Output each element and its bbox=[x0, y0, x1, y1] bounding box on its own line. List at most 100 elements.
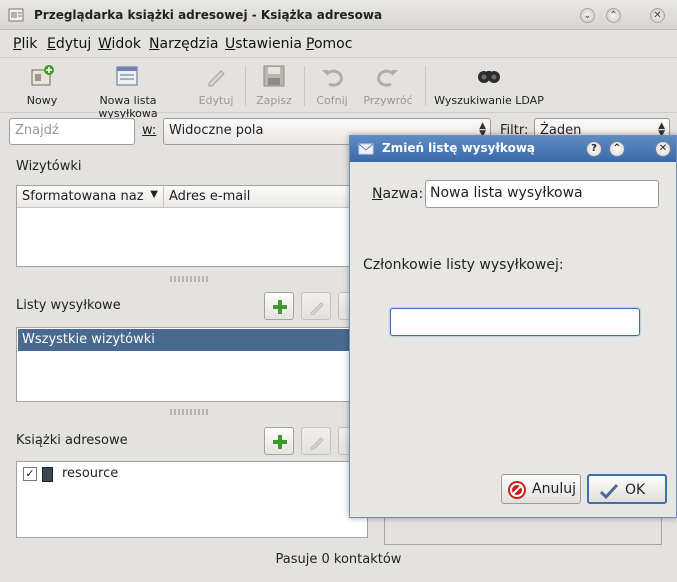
chevron-down-icon: ▼ bbox=[150, 189, 158, 200]
menu-help-rest: omoc bbox=[313, 36, 353, 52]
toolbar-separator bbox=[304, 66, 305, 106]
binoculars-icon bbox=[478, 71, 500, 83]
menu-help-mnemonic: P bbox=[306, 36, 314, 52]
menu-settings[interactable]: Ustawienia bbox=[225, 36, 302, 52]
save-label: Zapisz bbox=[256, 94, 292, 107]
search-input[interactable]: Znajdź bbox=[9, 118, 135, 145]
save-button[interactable]: Zapisz bbox=[253, 62, 295, 110]
search-field-value: Widoczne pola bbox=[169, 123, 264, 138]
new-contact-icon bbox=[31, 65, 54, 86]
mailing-list-icon bbox=[358, 143, 374, 155]
address-books-list[interactable]: ✓ resource bbox=[16, 461, 368, 538]
redo-button[interactable]: Przywróć bbox=[362, 62, 414, 110]
members-label: Członkowie listy wysyłkowej: bbox=[363, 257, 564, 273]
edit-button[interactable]: Edytuj bbox=[196, 62, 236, 110]
status-bar: Pasuje 0 kontaktów bbox=[0, 548, 677, 574]
maximize-button[interactable]: ⌃ bbox=[606, 8, 621, 23]
undo-icon bbox=[322, 69, 343, 87]
ldap-search-label: Wyszukiwanie LDAP bbox=[434, 94, 544, 107]
column-header-name-label: Sformatowana naz bbox=[22, 189, 144, 204]
menu-view[interactable]: Widok bbox=[98, 36, 141, 52]
menu-edit[interactable]: Edytuj bbox=[47, 36, 91, 52]
address-book-checkbox[interactable]: ✓ bbox=[23, 467, 37, 481]
members-field[interactable] bbox=[390, 308, 640, 336]
cancel-label: Anuluj bbox=[532, 481, 576, 497]
ok-button[interactable]: OK bbox=[587, 474, 667, 504]
list-item[interactable]: Wszystkie wizytówki bbox=[18, 329, 350, 351]
address-book-icon bbox=[8, 8, 24, 22]
mailing-lists-section-label: Listy wysyłkowe bbox=[16, 298, 121, 313]
new-contact-label: Nowy bbox=[26, 94, 58, 107]
minimize-icon: ⌄ bbox=[583, 10, 592, 21]
edit-icon bbox=[310, 437, 324, 450]
new-mailing-list-icon bbox=[116, 66, 138, 86]
status-text: Pasuje 0 kontaktów bbox=[275, 552, 402, 567]
close-button[interactable]: ✕ bbox=[650, 8, 665, 23]
toolbar-separator bbox=[425, 66, 426, 106]
name-label-mnemonic: N bbox=[372, 186, 383, 202]
list-item-label: Wszystkie wizytówki bbox=[22, 332, 155, 347]
help-icon: ? bbox=[591, 143, 597, 154]
new-mailing-list-button[interactable]: Nowa lista wysyłkowa bbox=[72, 62, 184, 120]
menu-tools-rest: arzędzia bbox=[159, 36, 219, 52]
name-label: Nazwa: bbox=[372, 186, 423, 202]
dialog-close-button[interactable]: ✕ bbox=[655, 141, 671, 157]
new-mailing-list-label: Nowa lista wysyłkowa bbox=[98, 94, 158, 120]
contacts-list[interactable]: Sformatowana naz ▼ Adres e-mail bbox=[16, 185, 368, 267]
undo-button[interactable]: Cofnij bbox=[312, 62, 352, 110]
checkmark-icon bbox=[599, 483, 619, 500]
minimize-button[interactable]: ⌄ bbox=[580, 8, 595, 23]
name-field-value: Nowa lista wysyłkowa bbox=[430, 185, 583, 201]
window-title: Przeglądarka książki adresowej - Książka… bbox=[34, 8, 383, 22]
contacts-section-label: Wizytówki bbox=[16, 159, 82, 174]
save-icon bbox=[263, 65, 285, 87]
book-icon bbox=[42, 467, 53, 482]
toolbar: Nowy Nowa lista wysyłkowa Edytuj Zapisz … bbox=[0, 57, 677, 120]
edit-mailing-list-button[interactable] bbox=[301, 292, 331, 320]
help-button[interactable]: ? bbox=[586, 141, 602, 157]
plus-icon bbox=[273, 435, 287, 449]
menu-tools[interactable]: Narzędzia bbox=[149, 36, 219, 52]
dialog-title-bar: Zmień listę wysyłkową ? ⌃ ✕ bbox=[350, 136, 676, 162]
edit-icon bbox=[208, 70, 225, 87]
plus-icon bbox=[273, 300, 287, 314]
redo-icon bbox=[377, 69, 398, 87]
address-book-label: resource bbox=[62, 466, 119, 481]
name-field[interactable]: Nowa lista wysyłkowa bbox=[425, 180, 659, 208]
close-icon: ✕ bbox=[653, 10, 662, 21]
menu-edit-mnemonic: E bbox=[47, 36, 56, 52]
column-header-name[interactable]: Sformatowana naz ▼ bbox=[17, 186, 164, 208]
menu-settings-mnemonic: U bbox=[225, 36, 236, 52]
edit-address-book-button[interactable] bbox=[301, 427, 331, 455]
splitter-handle[interactable] bbox=[170, 409, 210, 415]
edit-mailing-list-dialog: Zmień listę wysyłkową ? ⌃ ✕ Nazwa: Nowa … bbox=[349, 135, 677, 518]
new-contact-button[interactable]: Nowy bbox=[22, 62, 62, 110]
add-address-book-button[interactable] bbox=[264, 427, 294, 455]
address-books-section-label: Książki adresowe bbox=[16, 433, 128, 448]
menu-edit-rest: dytuj bbox=[55, 36, 92, 52]
maximize-icon: ⌃ bbox=[609, 10, 618, 21]
menu-help[interactable]: Pomoc bbox=[306, 36, 352, 52]
menu-bar: Plik Edytuj Widok Narzędzia Ustawienia P… bbox=[0, 30, 677, 56]
ldap-search-button[interactable]: Wyszukiwanie LDAP bbox=[434, 62, 544, 110]
name-label-text: azwa: bbox=[382, 186, 424, 202]
title-bar: Przeglądarka książki adresowej - Książka… bbox=[0, 0, 677, 30]
cancel-icon bbox=[508, 481, 526, 499]
mailing-lists-list[interactable]: Wszystkie wizytówki bbox=[16, 327, 352, 402]
shade-button[interactable]: ⌃ bbox=[609, 141, 625, 157]
search-placeholder: Znajdź bbox=[15, 123, 59, 138]
undo-label: Cofnij bbox=[316, 94, 348, 107]
column-header-email[interactable]: Adres e-mail bbox=[164, 186, 367, 208]
menu-tools-mnemonic: N bbox=[149, 36, 160, 52]
column-header-email-label: Adres e-mail bbox=[169, 189, 251, 204]
splitter-handle[interactable] bbox=[170, 276, 210, 282]
menu-file-rest: lik bbox=[21, 36, 38, 52]
add-mailing-list-button[interactable] bbox=[264, 292, 294, 320]
dialog-title: Zmień listę wysyłkową bbox=[382, 141, 536, 155]
toolbar-separator bbox=[245, 66, 246, 106]
menu-file[interactable]: Plik bbox=[13, 36, 37, 52]
redo-label: Przywróć bbox=[363, 94, 413, 107]
cancel-button[interactable]: Anuluj bbox=[501, 474, 581, 504]
menu-view-rest: idok bbox=[111, 36, 141, 52]
menu-settings-rest: stawienia bbox=[235, 36, 302, 52]
